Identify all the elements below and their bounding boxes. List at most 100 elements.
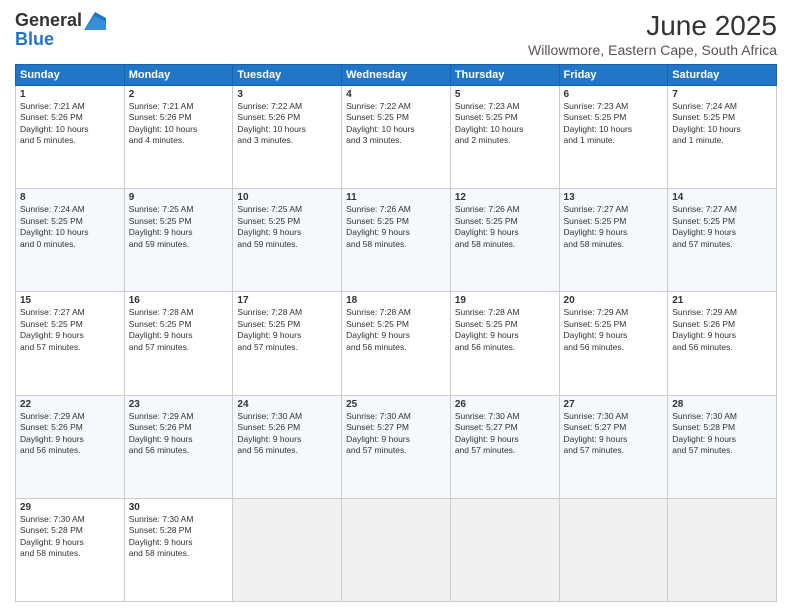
- day-info: Sunrise: 7:29 AM Sunset: 5:25 PM Dayligh…: [564, 307, 664, 353]
- day-info: Sunrise: 7:21 AM Sunset: 5:26 PM Dayligh…: [20, 101, 120, 147]
- calendar-cell: 10Sunrise: 7:25 AM Sunset: 5:25 PM Dayli…: [233, 189, 342, 292]
- calendar-cell: 13Sunrise: 7:27 AM Sunset: 5:25 PM Dayli…: [559, 189, 668, 292]
- calendar-cell: 30Sunrise: 7:30 AM Sunset: 5:28 PM Dayli…: [124, 498, 233, 601]
- day-info: Sunrise: 7:26 AM Sunset: 5:25 PM Dayligh…: [455, 204, 555, 250]
- calendar-cell: [450, 498, 559, 601]
- calendar-cell: 2Sunrise: 7:21 AM Sunset: 5:26 PM Daylig…: [124, 86, 233, 189]
- day-number: 5: [455, 89, 555, 100]
- day-info: Sunrise: 7:30 AM Sunset: 5:27 PM Dayligh…: [455, 411, 555, 457]
- weekday-header-wednesday: Wednesday: [342, 65, 451, 86]
- day-number: 19: [455, 295, 555, 306]
- day-info: Sunrise: 7:29 AM Sunset: 5:26 PM Dayligh…: [129, 411, 229, 457]
- calendar-cell: [233, 498, 342, 601]
- day-info: Sunrise: 7:30 AM Sunset: 5:27 PM Dayligh…: [564, 411, 664, 457]
- location-title: Willowmore, Eastern Cape, South Africa: [528, 42, 777, 58]
- month-title: June 2025: [528, 10, 777, 42]
- day-number: 26: [455, 399, 555, 410]
- weekday-header-monday: Monday: [124, 65, 233, 86]
- day-info: Sunrise: 7:30 AM Sunset: 5:28 PM Dayligh…: [20, 514, 120, 560]
- calendar-cell: 12Sunrise: 7:26 AM Sunset: 5:25 PM Dayli…: [450, 189, 559, 292]
- day-number: 4: [346, 89, 446, 100]
- day-info: Sunrise: 7:24 AM Sunset: 5:25 PM Dayligh…: [672, 101, 772, 147]
- day-number: 23: [129, 399, 229, 410]
- calendar-cell: 4Sunrise: 7:22 AM Sunset: 5:25 PM Daylig…: [342, 86, 451, 189]
- day-info: Sunrise: 7:26 AM Sunset: 5:25 PM Dayligh…: [346, 204, 446, 250]
- day-info: Sunrise: 7:28 AM Sunset: 5:25 PM Dayligh…: [237, 307, 337, 353]
- day-info: Sunrise: 7:29 AM Sunset: 5:26 PM Dayligh…: [20, 411, 120, 457]
- calendar-cell: 1Sunrise: 7:21 AM Sunset: 5:26 PM Daylig…: [16, 86, 125, 189]
- day-number: 20: [564, 295, 664, 306]
- calendar-cell: 24Sunrise: 7:30 AM Sunset: 5:26 PM Dayli…: [233, 395, 342, 498]
- logo-blue-text: Blue: [15, 29, 54, 49]
- page: General Blue June 2025 Willowmore, Easte…: [0, 0, 792, 612]
- day-number: 16: [129, 295, 229, 306]
- calendar-cell: 18Sunrise: 7:28 AM Sunset: 5:25 PM Dayli…: [342, 292, 451, 395]
- day-number: 8: [20, 192, 120, 203]
- day-number: 1: [20, 89, 120, 100]
- weekday-header-saturday: Saturday: [668, 65, 777, 86]
- day-number: 11: [346, 192, 446, 203]
- calendar-cell: 3Sunrise: 7:22 AM Sunset: 5:26 PM Daylig…: [233, 86, 342, 189]
- calendar-cell: 7Sunrise: 7:24 AM Sunset: 5:25 PM Daylig…: [668, 86, 777, 189]
- day-number: 24: [237, 399, 337, 410]
- calendar-cell: 6Sunrise: 7:23 AM Sunset: 5:25 PM Daylig…: [559, 86, 668, 189]
- logo-general: General: [15, 10, 82, 31]
- calendar-cell: 25Sunrise: 7:30 AM Sunset: 5:27 PM Dayli…: [342, 395, 451, 498]
- calendar-cell: 21Sunrise: 7:29 AM Sunset: 5:26 PM Dayli…: [668, 292, 777, 395]
- weekday-header-tuesday: Tuesday: [233, 65, 342, 86]
- weekday-header-friday: Friday: [559, 65, 668, 86]
- day-number: 2: [129, 89, 229, 100]
- day-number: 3: [237, 89, 337, 100]
- calendar-cell: 5Sunrise: 7:23 AM Sunset: 5:25 PM Daylig…: [450, 86, 559, 189]
- logo: General Blue: [15, 10, 106, 50]
- title-block: June 2025 Willowmore, Eastern Cape, Sout…: [528, 10, 777, 58]
- day-info: Sunrise: 7:22 AM Sunset: 5:25 PM Dayligh…: [346, 101, 446, 147]
- day-number: 7: [672, 89, 772, 100]
- day-number: 13: [564, 192, 664, 203]
- calendar-cell: 20Sunrise: 7:29 AM Sunset: 5:25 PM Dayli…: [559, 292, 668, 395]
- calendar-cell: 9Sunrise: 7:25 AM Sunset: 5:25 PM Daylig…: [124, 189, 233, 292]
- day-info: Sunrise: 7:25 AM Sunset: 5:25 PM Dayligh…: [129, 204, 229, 250]
- calendar-cell: 28Sunrise: 7:30 AM Sunset: 5:28 PM Dayli…: [668, 395, 777, 498]
- day-number: 21: [672, 295, 772, 306]
- day-number: 30: [129, 502, 229, 513]
- calendar-cell: 26Sunrise: 7:30 AM Sunset: 5:27 PM Dayli…: [450, 395, 559, 498]
- day-number: 28: [672, 399, 772, 410]
- calendar-cell: [559, 498, 668, 601]
- day-info: Sunrise: 7:24 AM Sunset: 5:25 PM Dayligh…: [20, 204, 120, 250]
- logo-text: General: [15, 10, 106, 31]
- day-info: Sunrise: 7:30 AM Sunset: 5:27 PM Dayligh…: [346, 411, 446, 457]
- day-number: 25: [346, 399, 446, 410]
- calendar-cell: 14Sunrise: 7:27 AM Sunset: 5:25 PM Dayli…: [668, 189, 777, 292]
- day-info: Sunrise: 7:28 AM Sunset: 5:25 PM Dayligh…: [346, 307, 446, 353]
- day-info: Sunrise: 7:21 AM Sunset: 5:26 PM Dayligh…: [129, 101, 229, 147]
- day-info: Sunrise: 7:25 AM Sunset: 5:25 PM Dayligh…: [237, 204, 337, 250]
- day-number: 27: [564, 399, 664, 410]
- calendar-cell: 23Sunrise: 7:29 AM Sunset: 5:26 PM Dayli…: [124, 395, 233, 498]
- calendar-cell: [668, 498, 777, 601]
- calendar: SundayMondayTuesdayWednesdayThursdayFrid…: [15, 64, 777, 602]
- day-info: Sunrise: 7:27 AM Sunset: 5:25 PM Dayligh…: [20, 307, 120, 353]
- day-number: 15: [20, 295, 120, 306]
- calendar-cell: 8Sunrise: 7:24 AM Sunset: 5:25 PM Daylig…: [16, 189, 125, 292]
- day-number: 14: [672, 192, 772, 203]
- day-number: 6: [564, 89, 664, 100]
- day-number: 10: [237, 192, 337, 203]
- calendar-cell: 17Sunrise: 7:28 AM Sunset: 5:25 PM Dayli…: [233, 292, 342, 395]
- day-info: Sunrise: 7:22 AM Sunset: 5:26 PM Dayligh…: [237, 101, 337, 147]
- day-info: Sunrise: 7:27 AM Sunset: 5:25 PM Dayligh…: [672, 204, 772, 250]
- calendar-cell: 11Sunrise: 7:26 AM Sunset: 5:25 PM Dayli…: [342, 189, 451, 292]
- calendar-cell: 16Sunrise: 7:28 AM Sunset: 5:25 PM Dayli…: [124, 292, 233, 395]
- calendar-cell: 22Sunrise: 7:29 AM Sunset: 5:26 PM Dayli…: [16, 395, 125, 498]
- day-number: 18: [346, 295, 446, 306]
- day-number: 9: [129, 192, 229, 203]
- weekday-header-thursday: Thursday: [450, 65, 559, 86]
- calendar-cell: 29Sunrise: 7:30 AM Sunset: 5:28 PM Dayli…: [16, 498, 125, 601]
- header: General Blue June 2025 Willowmore, Easte…: [15, 10, 777, 58]
- day-info: Sunrise: 7:23 AM Sunset: 5:25 PM Dayligh…: [564, 101, 664, 147]
- day-info: Sunrise: 7:30 AM Sunset: 5:28 PM Dayligh…: [129, 514, 229, 560]
- day-info: Sunrise: 7:30 AM Sunset: 5:26 PM Dayligh…: [237, 411, 337, 457]
- day-number: 22: [20, 399, 120, 410]
- day-number: 29: [20, 502, 120, 513]
- calendar-cell: [342, 498, 451, 601]
